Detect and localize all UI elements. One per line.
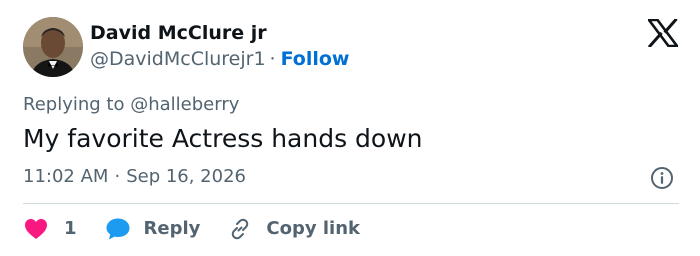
avatar[interactable] (23, 17, 83, 77)
author-name[interactable]: David McClure jr (90, 21, 267, 45)
copy-link-button[interactable]: Copy link (227, 216, 360, 242)
reply-label: Reply (143, 218, 201, 239)
timestamp-date: Sep 16, 2026 (126, 166, 246, 187)
x-logo-icon[interactable] (646, 17, 680, 49)
timestamp-separator: · (114, 166, 121, 187)
reply-button[interactable]: Reply (105, 216, 201, 242)
action-bar: 1 Reply Copy link (23, 216, 360, 242)
timestamp-link[interactable]: 11:02 AM · Sep 16, 2026 (23, 165, 246, 189)
reply-context-prefix: Replying to (23, 94, 125, 115)
timestamp-time: 11:02 AM (23, 166, 109, 187)
follow-button[interactable]: Follow (281, 48, 350, 70)
divider (23, 203, 679, 204)
speech-bubble-icon (105, 216, 131, 242)
copy-link-label: Copy link (266, 218, 360, 239)
link-icon (227, 216, 253, 242)
like-count: 1 (64, 218, 77, 239)
author-meta: @DavidMcClurejr1 · Follow (90, 47, 350, 71)
tweet-text: My favorite Actress hands down (23, 124, 423, 153)
info-icon[interactable] (650, 166, 674, 190)
like-button[interactable]: 1 (23, 216, 77, 242)
author-handle[interactable]: @DavidMcClurejr1 (90, 48, 266, 70)
tweet-embed-card: David McClure jr @DavidMcClurejr1 · Follow… (0, 0, 700, 256)
reply-mention-link[interactable]: @halleberry (130, 94, 239, 115)
meta-separator: · (269, 48, 276, 70)
heart-icon (23, 216, 49, 242)
avatar-image (23, 17, 83, 77)
reply-context: Replying to @halleberry (23, 93, 239, 117)
